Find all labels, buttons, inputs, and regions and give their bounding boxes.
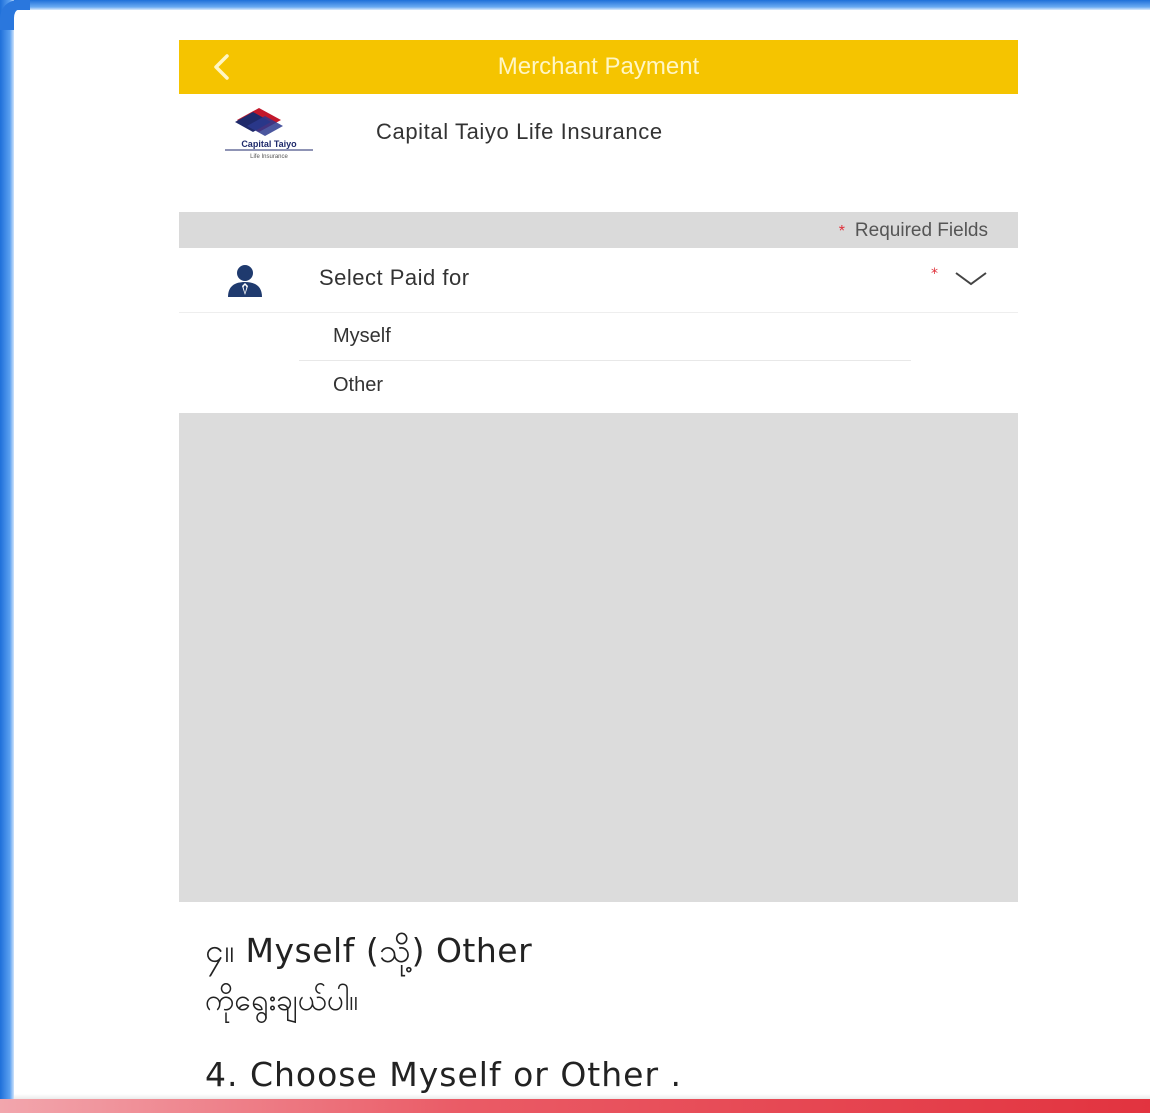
option-myself[interactable]: Myself <box>299 313 911 361</box>
required-fields-note: * Required Fields <box>839 212 988 248</box>
merchant-logo: Capital Taiyo Life Insurance <box>225 108 313 160</box>
page-title: Merchant Payment <box>497 53 700 80</box>
select-paid-for-dropdown[interactable]: Select Paid for * <box>179 248 1018 313</box>
merchant-card: Capital Taiyo Life Insurance Capital Tai… <box>179 94 1018 212</box>
app-screen: Merchant Payment Capital Taiyo Life Insu… <box>179 40 1018 902</box>
person-icon <box>228 265 262 297</box>
required-fields-bar: * Required Fields <box>179 212 1018 248</box>
instruction-english: 4. Choose Myself or Other . <box>205 1055 682 1094</box>
required-fields-label: Required Fields <box>854 220 988 241</box>
app-header: Merchant Payment <box>179 40 1018 94</box>
frame-bottom-border <box>0 1099 1150 1113</box>
chevron-down-icon[interactable] <box>953 270 989 288</box>
frame-corner <box>0 0 30 30</box>
chevron-left-icon <box>214 54 229 80</box>
logo-text-2: Life Insurance <box>250 154 288 160</box>
merchant-name: Capital Taiyo Life Insurance <box>376 119 663 144</box>
dropdown-options: Myself Other <box>179 313 1018 413</box>
frame-top-border <box>0 0 1150 10</box>
logo-text-1: Capital Taiyo <box>241 139 297 149</box>
option-other[interactable]: Other <box>299 362 911 410</box>
required-marker: * <box>838 223 845 240</box>
frame-left-border <box>0 0 14 1113</box>
instruction-myanmar-line1: ၄။ Myself (သို့) Other <box>205 931 533 970</box>
select-paid-for-label: Select Paid for <box>319 265 470 290</box>
back-button[interactable] <box>201 50 241 84</box>
required-marker: * <box>931 266 938 282</box>
instruction-myanmar-line2: ကိုရွေးချယ်ပါ။ <box>205 983 359 1018</box>
